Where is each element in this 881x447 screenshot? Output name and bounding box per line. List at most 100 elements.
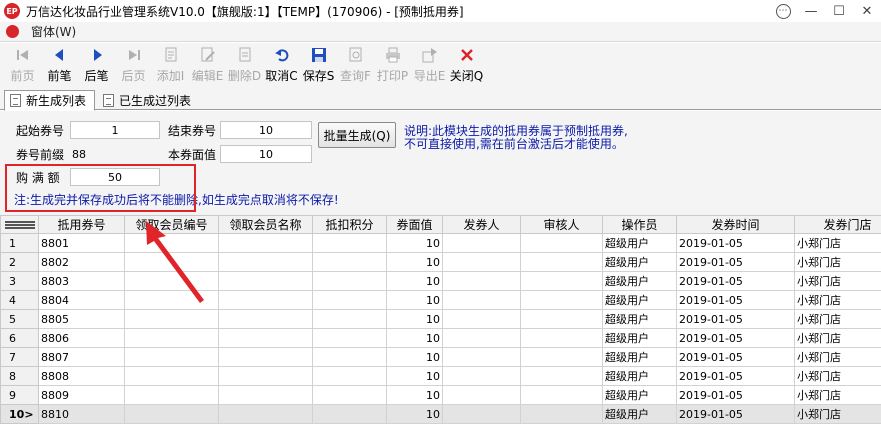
cell-member-id[interactable] <box>124 404 219 424</box>
cell-code[interactable]: 8808 <box>38 366 125 386</box>
cell-member-name[interactable] <box>218 385 313 405</box>
cell-issuer[interactable] <box>442 366 521 386</box>
cell-issuer[interactable] <box>442 252 521 272</box>
cell-operator[interactable]: 超级用户 <box>602 347 677 367</box>
cell-code[interactable]: 8804 <box>38 290 125 310</box>
toolbar-button-next-record[interactable]: 后笔 <box>78 43 115 88</box>
cell-auditor[interactable] <box>520 309 603 329</box>
cell-auditor[interactable] <box>520 347 603 367</box>
cell-issuer[interactable] <box>442 290 521 310</box>
cell-auditor[interactable] <box>520 328 603 348</box>
start-no-input[interactable]: 1 <box>70 121 160 139</box>
cell-points[interactable] <box>312 347 387 367</box>
cell-store[interactable]: 小郑门店 <box>794 366 881 386</box>
cell-operator[interactable]: 超级用户 <box>602 252 677 272</box>
cell-member-id[interactable] <box>124 347 219 367</box>
cell-value[interactable]: 10 <box>386 309 443 329</box>
cell-code[interactable]: 8803 <box>38 271 125 291</box>
cell-auditor[interactable] <box>520 252 603 272</box>
row-number[interactable]: 2 <box>0 252 39 272</box>
cell-value[interactable]: 10 <box>386 328 443 348</box>
cell-member-id[interactable] <box>124 252 219 272</box>
cell-operator[interactable]: 超级用户 <box>602 328 677 348</box>
row-number[interactable]: 8 <box>0 366 39 386</box>
toolbar-button-save[interactable]: 保存S <box>300 43 337 88</box>
row-header-corner[interactable] <box>0 215 39 234</box>
cell-member-name[interactable] <box>218 233 313 253</box>
cell-date[interactable]: 2019-01-05 <box>676 347 795 367</box>
cell-code[interactable]: 8802 <box>38 252 125 272</box>
cell-date[interactable]: 2019-01-05 <box>676 309 795 329</box>
cell-auditor[interactable] <box>520 271 603 291</box>
minimize-icon[interactable]: — <box>797 0 825 22</box>
menu-item-window[interactable]: 窗体(W) <box>31 23 76 40</box>
cell-value[interactable]: 10 <box>386 347 443 367</box>
toolbar-button-print[interactable]: 打印P <box>374 43 411 88</box>
cell-store[interactable]: 小郑门店 <box>794 347 881 367</box>
cell-auditor[interactable] <box>520 290 603 310</box>
cell-code[interactable]: 8809 <box>38 385 125 405</box>
cell-member-name[interactable] <box>218 347 313 367</box>
table-row[interactable]: 8 8808 10 超级用户 2019-01-05 小郑门店 <box>0 366 881 386</box>
cell-store[interactable]: 小郑门店 <box>794 271 881 291</box>
toolbar-button-add[interactable]: 添加I <box>152 43 189 88</box>
cell-value[interactable]: 10 <box>386 366 443 386</box>
table-row[interactable]: 4 8804 10 超级用户 2019-01-05 小郑门店 <box>0 290 881 310</box>
cell-date[interactable]: 2019-01-05 <box>676 328 795 348</box>
cell-value[interactable]: 10 <box>386 404 443 424</box>
cell-code[interactable]: 8806 <box>38 328 125 348</box>
table-row[interactable]: 9 8809 10 超级用户 2019-01-05 小郑门店 <box>0 385 881 405</box>
table-row[interactable]: 1 8801 10 超级用户 2019-01-05 小郑门店 <box>0 233 881 253</box>
cell-date[interactable]: 2019-01-05 <box>676 366 795 386</box>
cell-member-id[interactable] <box>124 271 219 291</box>
table-row[interactable]: 6 8806 10 超级用户 2019-01-05 小郑门店 <box>0 328 881 348</box>
close-icon[interactable]: ✕ <box>853 0 881 22</box>
column-header[interactable]: 领取会员名称 <box>218 215 313 234</box>
column-header[interactable]: 领取会员编号 <box>124 215 219 234</box>
cell-operator[interactable]: 超级用户 <box>602 290 677 310</box>
cell-date[interactable]: 2019-01-05 <box>676 271 795 291</box>
table-row[interactable]: 7 8807 10 超级用户 2019-01-05 小郑门店 <box>0 347 881 367</box>
cell-member-id[interactable] <box>124 309 219 329</box>
cell-store[interactable]: 小郑门店 <box>794 309 881 329</box>
row-number[interactable]: 6 <box>0 328 39 348</box>
cell-auditor[interactable] <box>520 233 603 253</box>
cell-issuer[interactable] <box>442 309 521 329</box>
toolbar-button-last-page[interactable]: 后页 <box>115 43 152 88</box>
table-row[interactable]: 3 8803 10 超级用户 2019-01-05 小郑门店 <box>0 271 881 291</box>
cell-store[interactable]: 小郑门店 <box>794 404 881 424</box>
cell-code[interactable]: 8810 <box>38 404 125 424</box>
cell-store[interactable]: 小郑门店 <box>794 290 881 310</box>
cell-value[interactable]: 10 <box>386 233 443 253</box>
cell-points[interactable] <box>312 290 387 310</box>
cell-issuer[interactable] <box>442 271 521 291</box>
cell-points[interactable] <box>312 233 387 253</box>
toolbar-button-delete[interactable]: 删除D <box>226 43 263 88</box>
column-header[interactable]: 操作员 <box>602 215 677 234</box>
cell-member-name[interactable] <box>218 309 313 329</box>
end-no-input[interactable]: 10 <box>220 121 312 139</box>
column-header[interactable]: 券面值 <box>386 215 443 234</box>
cell-operator[interactable]: 超级用户 <box>602 271 677 291</box>
cell-issuer[interactable] <box>442 404 521 424</box>
batch-generate-button[interactable]: 批量生成(Q) <box>318 122 396 148</box>
tab-generated-list[interactable]: 已生成过列表 <box>98 90 196 110</box>
table-row[interactable]: 2 8802 10 超级用户 2019-01-05 小郑门店 <box>0 252 881 272</box>
face-value-input[interactable]: 10 <box>220 145 312 163</box>
cell-value[interactable]: 10 <box>386 385 443 405</box>
chat-icon[interactable]: ⋯ <box>769 0 797 22</box>
row-number[interactable]: 7 <box>0 347 39 367</box>
cell-points[interactable] <box>312 385 387 405</box>
cell-date[interactable]: 2019-01-05 <box>676 233 795 253</box>
cell-issuer[interactable] <box>442 328 521 348</box>
row-number[interactable]: 5 <box>0 309 39 329</box>
cell-member-name[interactable] <box>218 404 313 424</box>
prefix-input[interactable]: 88 <box>68 145 160 163</box>
cell-points[interactable] <box>312 252 387 272</box>
cell-member-id[interactable] <box>124 233 219 253</box>
row-number[interactable]: 9 <box>0 385 39 405</box>
cell-member-name[interactable] <box>218 328 313 348</box>
cell-auditor[interactable] <box>520 385 603 405</box>
cell-store[interactable]: 小郑门店 <box>794 328 881 348</box>
row-number[interactable]: 4 <box>0 290 39 310</box>
